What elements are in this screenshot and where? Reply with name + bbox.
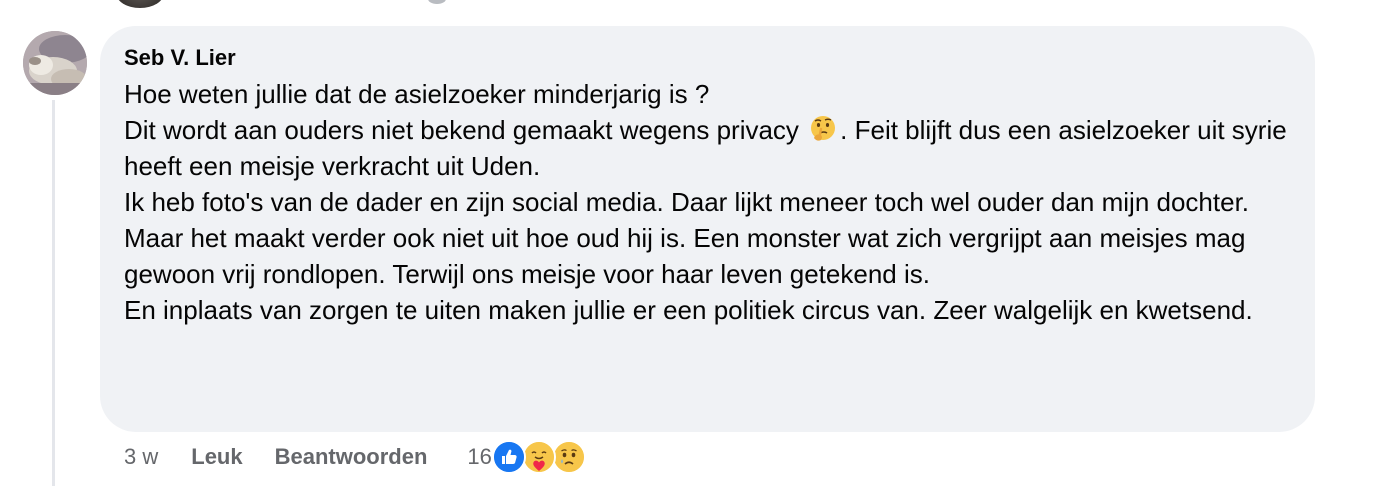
reply-button[interactable]: Beantwoorden [275, 444, 428, 470]
comment-author-name[interactable]: Seb V. Lier [124, 44, 1291, 72]
like-button[interactable]: Leuk [191, 444, 242, 470]
comment-line: En inplaats van zorgen te uiten maken ju… [124, 295, 1253, 325]
comment-line: Hoe weten jullie dat de asielzoeker mind… [124, 79, 710, 109]
comment-timestamp[interactable]: 3 w [124, 444, 158, 470]
thinking-face-icon [808, 114, 838, 144]
reply-thread-line [52, 100, 55, 486]
comment-line: Dit wordt aan ouders niet bekend gemaakt… [124, 112, 1291, 184]
previous-comment-avatar[interactable] [116, 0, 164, 8]
previous-comment-fragment [428, 0, 446, 4]
author-avatar[interactable] [23, 31, 87, 95]
comment-line-text: Dit wordt aan ouders niet bekend gemaakt… [124, 115, 807, 145]
reaction-count: 16 [467, 444, 492, 469]
user-avatar-photo [23, 31, 87, 95]
reaction-summary[interactable]: 16 [467, 440, 586, 474]
comment-line: Maar het maakt verder ook niet uit hoe o… [124, 223, 1246, 289]
sad-reaction-icon [551, 440, 586, 474]
comment-text: Hoe weten jullie dat de asielzoeker mind… [124, 76, 1291, 328]
comment-line: Ik heb foto's van de dader en zijn socia… [124, 187, 1250, 217]
care-reaction-icon [521, 440, 556, 474]
comment-bubble: Seb V. Lier Hoe weten jullie dat de asie… [100, 26, 1315, 432]
like-reaction-icon [491, 440, 526, 474]
comment-actions: 3 w Leuk Beantwoorden 16 [124, 440, 586, 474]
